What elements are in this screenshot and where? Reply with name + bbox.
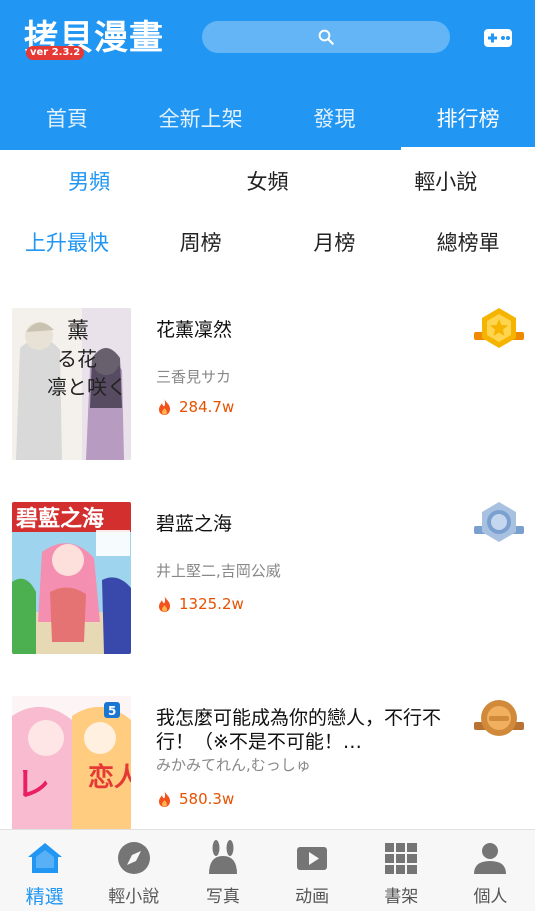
bunny-icon: [204, 840, 242, 880]
category-filter: 男頻 女頻 輕小說: [0, 160, 535, 202]
ranking-item[interactable]: 薰 る花 凛と咲く 花薰凜然 三香見サカ 284.7w: [0, 300, 535, 460]
gold-medal-icon: [474, 308, 524, 348]
manga-title: 花薰凜然: [156, 319, 233, 341]
nav-label: 書架: [384, 887, 419, 907]
search-bar[interactable]: [202, 21, 450, 53]
tab-4[interactable]: 排行榜: [401, 86, 535, 150]
nav-item-6[interactable]: 個人: [446, 830, 535, 911]
nav-label: 輕小說: [108, 887, 160, 907]
manga-cover: 薰 る花 凛と咲く: [12, 308, 131, 460]
svg-text:恋人: 恋人: [88, 762, 131, 793]
search-icon: [318, 29, 334, 45]
tab-1[interactable]: 首頁: [0, 86, 134, 150]
svg-text:薰: 薰: [67, 319, 89, 344]
bottom-nav: 精選 輕小說 写真 动画 書架 個人: [0, 829, 535, 911]
period-option-2[interactable]: 周榜: [134, 221, 268, 263]
bronze-medal-icon: [474, 700, 524, 736]
video-icon: [293, 840, 331, 880]
manga-title: 我怎麼可能成為你的戀人，不行不行！（※不是不可能！…: [156, 707, 442, 753]
ranking-item[interactable]: レ 恋人 5 我怎麼可能成為你的戀人，不行不行！（※不是不可能！… みかみてれん…: [0, 688, 535, 848]
svg-text:る花: る花: [57, 347, 97, 371]
view-count-value: 580.3w: [179, 790, 235, 808]
nav-label: 個人: [473, 887, 508, 907]
manga-author: 井上堅二,吉岡公威: [156, 562, 281, 580]
bookshelf-icon: [382, 840, 420, 880]
gamepad-icon[interactable]: [483, 26, 513, 50]
manga-author: みかみてれん,むっしゅ: [156, 756, 311, 774]
svg-text:碧藍之海: 碧藍之海: [15, 506, 104, 532]
view-count: 580.3w: [156, 790, 234, 808]
period-filter: 上升最快 周榜 月榜 總榜單: [0, 221, 535, 263]
home-icon: [26, 840, 64, 880]
view-count-value: 284.7w: [179, 398, 235, 416]
manga-cover: 碧藍之海: [12, 502, 131, 654]
compass-icon: [115, 840, 153, 880]
top-tab-bar: 首頁 全新上架 發現 排行榜: [0, 86, 535, 150]
period-option-1[interactable]: 上升最快: [0, 221, 134, 263]
fire-icon: [159, 399, 170, 415]
tab-2[interactable]: 全新上架: [134, 86, 268, 150]
person-icon: [471, 840, 509, 880]
nav-item-4[interactable]: 动画: [268, 830, 357, 911]
fire-icon: [159, 791, 170, 807]
fire-icon: [159, 596, 170, 612]
category-option-3[interactable]: 輕小說: [357, 160, 535, 202]
app-root: 拷貝漫畫 ver 2.3.2 首頁 全新上架 發現 排行榜 男頻 女頻 輕小說 上升最快周…: [0, 0, 535, 911]
view-count: 284.7w: [156, 398, 234, 416]
svg-text:レ: レ: [16, 765, 50, 805]
nav-item-1[interactable]: 精選: [0, 830, 89, 911]
nav-label: 动画: [295, 887, 330, 907]
category-option-1[interactable]: 男頻: [0, 160, 178, 202]
tab-3[interactable]: 發現: [268, 86, 402, 150]
nav-item-2[interactable]: 輕小說: [89, 830, 178, 911]
svg-text:5: 5: [108, 704, 116, 718]
manga-cover: レ 恋人 5: [12, 696, 131, 848]
category-option-2[interactable]: 女頻: [178, 160, 356, 202]
nav-item-5[interactable]: 書架: [357, 830, 446, 911]
nav-label: 写真: [205, 887, 240, 907]
manga-author: 三香見サカ: [156, 368, 232, 386]
period-option-3[interactable]: 月榜: [268, 221, 402, 263]
view-count-value: 1325.2w: [179, 595, 244, 613]
nav-label: 精選: [25, 886, 64, 908]
app-header: 拷貝漫畫 ver 2.3.2 首頁 全新上架 發現 排行榜: [0, 0, 535, 150]
ranking-item[interactable]: 碧藍之海 碧蓝之海 井上堅二,吉岡公威 1325.2w: [0, 494, 535, 654]
app-logo[interactable]: 拷貝漫畫 ver 2.3.2: [24, 18, 164, 62]
nav-item-3[interactable]: 写真: [178, 830, 267, 911]
svg-text:凛と咲く: 凛と咲く: [47, 375, 127, 399]
period-option-4[interactable]: 總榜單: [401, 221, 535, 263]
view-count: 1325.2w: [156, 595, 244, 613]
manga-title: 碧蓝之海: [156, 513, 233, 535]
silver-medal-icon: [474, 502, 524, 542]
version-badge: ver 2.3.2: [26, 46, 85, 60]
